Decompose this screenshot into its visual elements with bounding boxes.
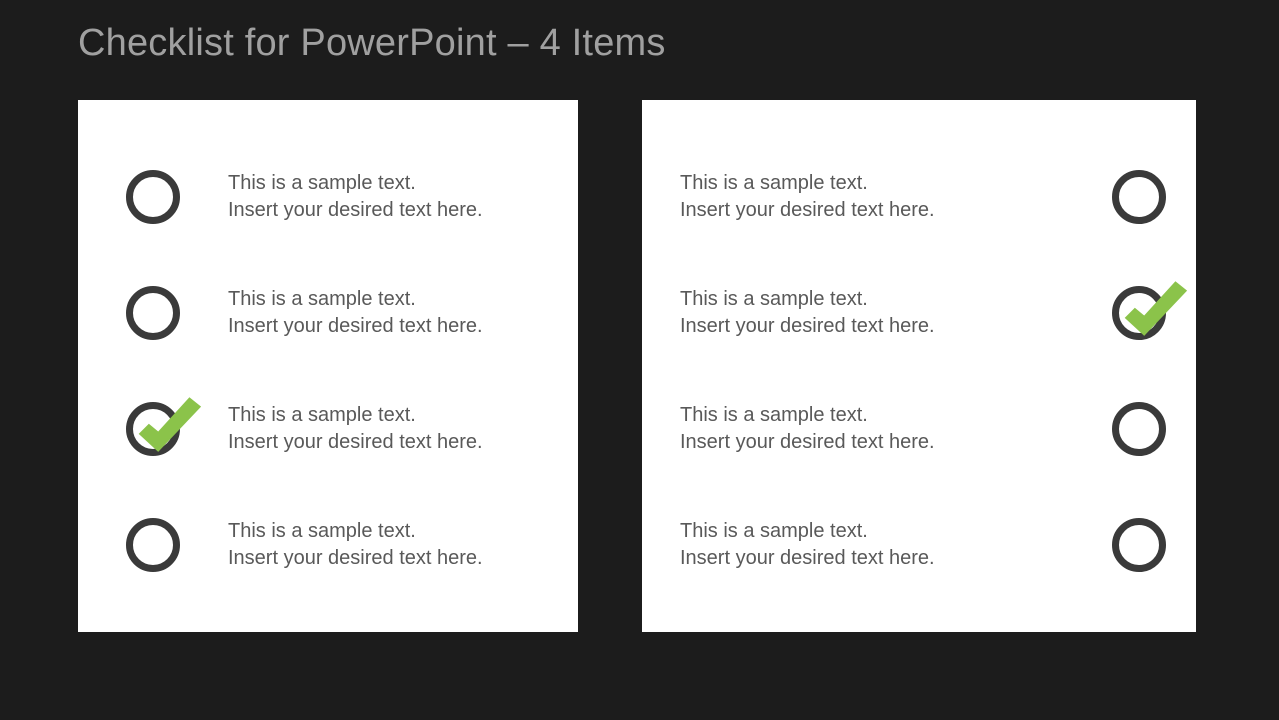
item-text: This is a sample text. Insert your desir… xyxy=(680,518,1082,572)
list-item: This is a sample text. Insert your desir… xyxy=(78,374,578,484)
slide-title: Checklist for PowerPoint – 4 Items xyxy=(78,22,666,65)
item-text: This is a sample text. Insert your desir… xyxy=(228,286,578,340)
item-line2: Insert your desired text here. xyxy=(680,199,935,221)
item-text: This is a sample text. Insert your desir… xyxy=(228,170,578,224)
item-text: This is a sample text. Insert your desir… xyxy=(228,402,578,456)
list-item: This is a sample text. Insert your desir… xyxy=(642,258,1196,368)
list-item: This is a sample text. Insert your desir… xyxy=(78,490,578,600)
circle-icon xyxy=(1112,402,1166,456)
item-line2: Insert your desired text here. xyxy=(228,431,483,453)
list-item: This is a sample text. Insert your desir… xyxy=(78,258,578,368)
checkmark-icon xyxy=(1113,275,1191,353)
circle-icon xyxy=(126,286,180,340)
item-line2: Insert your desired text here. xyxy=(680,547,935,569)
item-line2: Insert your desired text here. xyxy=(680,431,935,453)
circle-icon xyxy=(1112,286,1166,340)
item-text: This is a sample text. Insert your desir… xyxy=(680,286,1082,340)
item-text: This is a sample text. Insert your desir… xyxy=(228,518,578,572)
item-line1: This is a sample text. xyxy=(228,520,416,542)
item-line1: This is a sample text. xyxy=(228,172,416,194)
item-line2: Insert your desired text here. xyxy=(228,547,483,569)
item-text: This is a sample text. Insert your desir… xyxy=(680,402,1082,456)
item-line1: This is a sample text. xyxy=(228,288,416,310)
circle-icon xyxy=(126,402,180,456)
circle-icon xyxy=(126,170,180,224)
checkmark-icon xyxy=(127,391,205,469)
list-item: This is a sample text. Insert your desir… xyxy=(642,142,1196,252)
item-line2: Insert your desired text here. xyxy=(228,315,483,337)
checklist-panel-right: This is a sample text. Insert your desir… xyxy=(642,100,1196,632)
item-text: This is a sample text. Insert your desir… xyxy=(680,170,1082,224)
circle-icon xyxy=(1112,170,1166,224)
list-item: This is a sample text. Insert your desir… xyxy=(642,490,1196,600)
item-line2: Insert your desired text here. xyxy=(228,199,483,221)
circle-icon xyxy=(126,518,180,572)
list-item: This is a sample text. Insert your desir… xyxy=(78,142,578,252)
checklist-panel-left: This is a sample text. Insert your desir… xyxy=(78,100,578,632)
item-line1: This is a sample text. xyxy=(680,172,868,194)
item-line1: This is a sample text. xyxy=(228,404,416,426)
circle-icon xyxy=(1112,518,1166,572)
item-line2: Insert your desired text here. xyxy=(680,315,935,337)
list-item: This is a sample text. Insert your desir… xyxy=(642,374,1196,484)
item-line1: This is a sample text. xyxy=(680,404,868,426)
item-line1: This is a sample text. xyxy=(680,288,868,310)
item-line1: This is a sample text. xyxy=(680,520,868,542)
